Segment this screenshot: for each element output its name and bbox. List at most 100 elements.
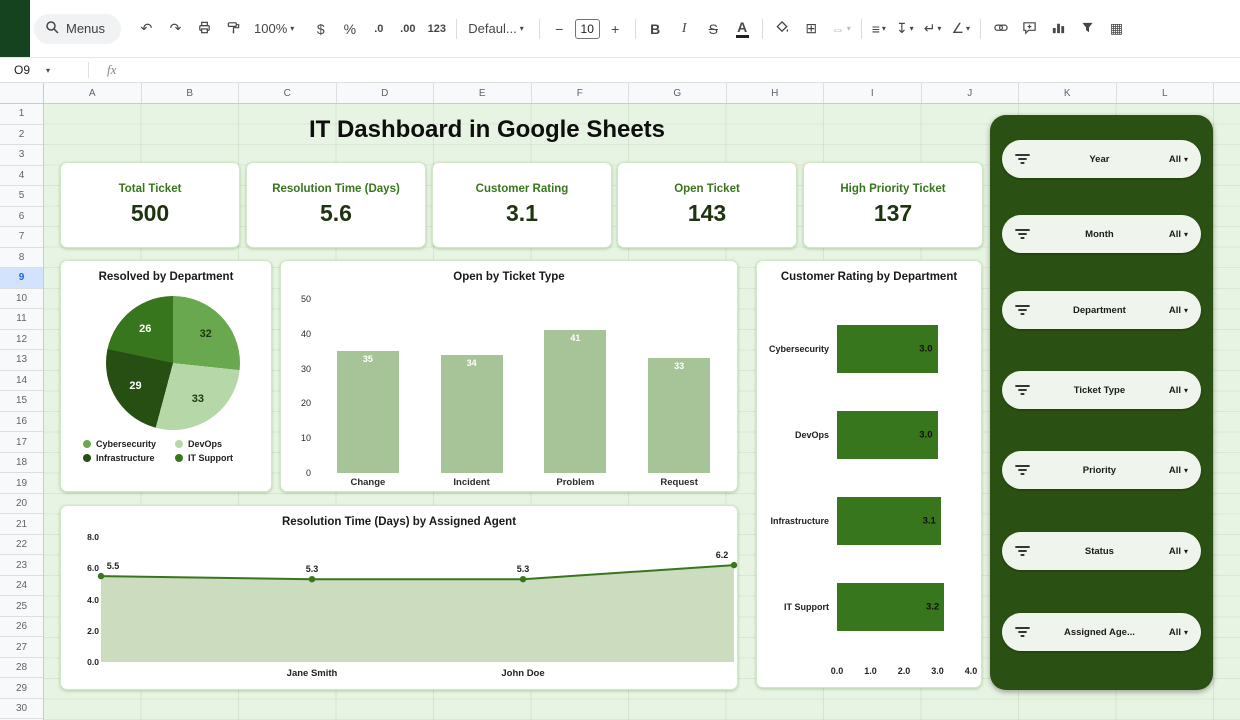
row-header-9[interactable]: 9 [0, 268, 43, 289]
row-header-4[interactable]: 4 [0, 166, 43, 187]
merge-cells-button[interactable]: ⇔ ▾ [827, 16, 855, 42]
row-header-24[interactable]: 24 [0, 576, 43, 597]
chevron-down-icon: ▾ [1184, 547, 1188, 556]
more-formats-button[interactable]: 123 [423, 16, 450, 42]
increase-font-size-button[interactable]: + [602, 16, 629, 42]
vertical-align-button[interactable]: ↧ ▾ [892, 16, 918, 42]
row-header-8[interactable]: 8 [0, 248, 43, 269]
hbar-rows[interactable]: Cybersecurity3.0DevOps3.0Infrastructure3… [765, 325, 973, 669]
row-header-22[interactable]: 22 [0, 535, 43, 556]
italic-button[interactable]: I [671, 16, 698, 42]
insert-link-button[interactable] [987, 16, 1014, 42]
row-header-1[interactable]: 1 [0, 104, 43, 125]
column-header-B[interactable]: B [142, 83, 240, 103]
strikethrough-button[interactable]: S [700, 16, 727, 42]
zoom-select[interactable]: 100% ▾ [249, 16, 299, 42]
column-header-I[interactable]: I [824, 83, 922, 103]
font-select[interactable]: Defaul... ▾ [463, 16, 528, 42]
undo-button[interactable]: ↶ [133, 16, 160, 42]
row-header-19[interactable]: 19 [0, 473, 43, 494]
slicer-department[interactable]: DepartmentAll▾ [1002, 291, 1201, 329]
bar-problem[interactable]: 41 [544, 330, 606, 473]
row-header-5[interactable]: 5 [0, 186, 43, 207]
column-header-K[interactable]: K [1019, 83, 1117, 103]
create-filter-button[interactable] [1074, 16, 1101, 42]
column-header-H[interactable]: H [727, 83, 825, 103]
insert-chart-button[interactable] [1045, 16, 1072, 42]
format-currency-button[interactable]: $ [307, 16, 334, 42]
sheets-logo[interactable] [0, 0, 30, 57]
row-header-27[interactable]: 27 [0, 637, 43, 658]
row-header-21[interactable]: 21 [0, 514, 43, 535]
slicer-priority[interactable]: PriorityAll▾ [1002, 451, 1201, 489]
column-header-D[interactable]: D [337, 83, 435, 103]
bar-plot[interactable]: 35 34 41 33 [316, 299, 731, 473]
select-all-corner[interactable] [0, 83, 44, 104]
font-size-input[interactable]: 10 [575, 19, 600, 39]
grid-view-button[interactable]: ▦ [1103, 16, 1130, 42]
slicer-year[interactable]: YearAll▾ [1002, 140, 1201, 178]
row-header-16[interactable]: 16 [0, 412, 43, 433]
row-header-25[interactable]: 25 [0, 596, 43, 617]
row-header-11[interactable]: 11 [0, 309, 43, 330]
slicer-assigned-age[interactable]: Assigned Age...All▾ [1002, 613, 1201, 651]
column-header-L[interactable]: L [1117, 83, 1215, 103]
row-header-12[interactable]: 12 [0, 330, 43, 351]
slicer-ticket-type[interactable]: Ticket TypeAll▾ [1002, 371, 1201, 409]
bar-value-label: 34 [441, 358, 503, 368]
hbar-infrastructure[interactable]: 3.1 [837, 497, 941, 545]
column-header-C[interactable]: C [239, 83, 337, 103]
column-header-E[interactable]: E [434, 83, 532, 103]
hbar-cybersecurity[interactable]: 3.0 [837, 325, 938, 373]
column-header-G[interactable]: G [629, 83, 727, 103]
row-header-13[interactable]: 13 [0, 350, 43, 371]
slicer-month[interactable]: MonthAll▾ [1002, 215, 1201, 253]
area-plot[interactable]: 5.55.35.36.2 [101, 537, 734, 662]
text-wrap-button[interactable]: ↵ ▾ [920, 16, 946, 42]
row-header-10[interactable]: 10 [0, 289, 43, 310]
row-header-30[interactable]: 30 [0, 699, 43, 720]
pie-value-label: 33 [192, 393, 204, 405]
bar-incident[interactable]: 34 [441, 355, 503, 473]
hbar-devops[interactable]: 3.0 [837, 411, 938, 459]
row-header-17[interactable]: 17 [0, 432, 43, 453]
add-comment-button[interactable] [1016, 16, 1043, 42]
area-svg [101, 537, 734, 662]
row-header-2[interactable]: 2 [0, 125, 43, 146]
horizontal-align-button[interactable]: ≡ ▾ [868, 16, 890, 42]
bar-change[interactable]: 35 [337, 351, 399, 473]
redo-button[interactable]: ↷ [162, 16, 189, 42]
hbar-it-support[interactable]: 3.2 [837, 583, 944, 631]
bold-button[interactable]: B [642, 16, 669, 42]
column-header-F[interactable]: F [532, 83, 630, 103]
slicer-status[interactable]: StatusAll▾ [1002, 532, 1201, 570]
bar-request[interactable]: 33 [648, 358, 710, 473]
row-header-15[interactable]: 15 [0, 391, 43, 412]
print-button[interactable] [191, 16, 218, 42]
pie-chart[interactable]: 32332926 [106, 296, 240, 430]
decrease-decimal-button[interactable]: .0 [365, 16, 392, 42]
row-header-28[interactable]: 28 [0, 658, 43, 679]
text-rotation-button[interactable]: ∠ ▾ [947, 16, 974, 42]
menus-button[interactable]: Menus [34, 14, 121, 44]
column-header-A[interactable]: A [44, 83, 142, 103]
row-header-20[interactable]: 20 [0, 494, 43, 515]
row-header-18[interactable]: 18 [0, 453, 43, 474]
format-percent-button[interactable]: % [336, 16, 363, 42]
row-header-26[interactable]: 26 [0, 617, 43, 638]
increase-decimal-button[interactable]: .00 [394, 16, 421, 42]
divider [88, 62, 89, 78]
text-color-button[interactable]: A [729, 16, 756, 42]
row-header-14[interactable]: 14 [0, 371, 43, 392]
paint-format-button[interactable] [220, 16, 247, 42]
column-header-J[interactable]: J [922, 83, 1020, 103]
name-box[interactable]: O9 ▾ [0, 58, 88, 82]
row-header-29[interactable]: 29 [0, 678, 43, 699]
row-header-6[interactable]: 6 [0, 207, 43, 228]
row-header-23[interactable]: 23 [0, 555, 43, 576]
fill-color-button[interactable] [769, 16, 796, 42]
row-header-3[interactable]: 3 [0, 145, 43, 166]
row-header-7[interactable]: 7 [0, 227, 43, 248]
borders-button[interactable]: ⊞ [798, 16, 825, 42]
decrease-font-size-button[interactable]: − [546, 16, 573, 42]
